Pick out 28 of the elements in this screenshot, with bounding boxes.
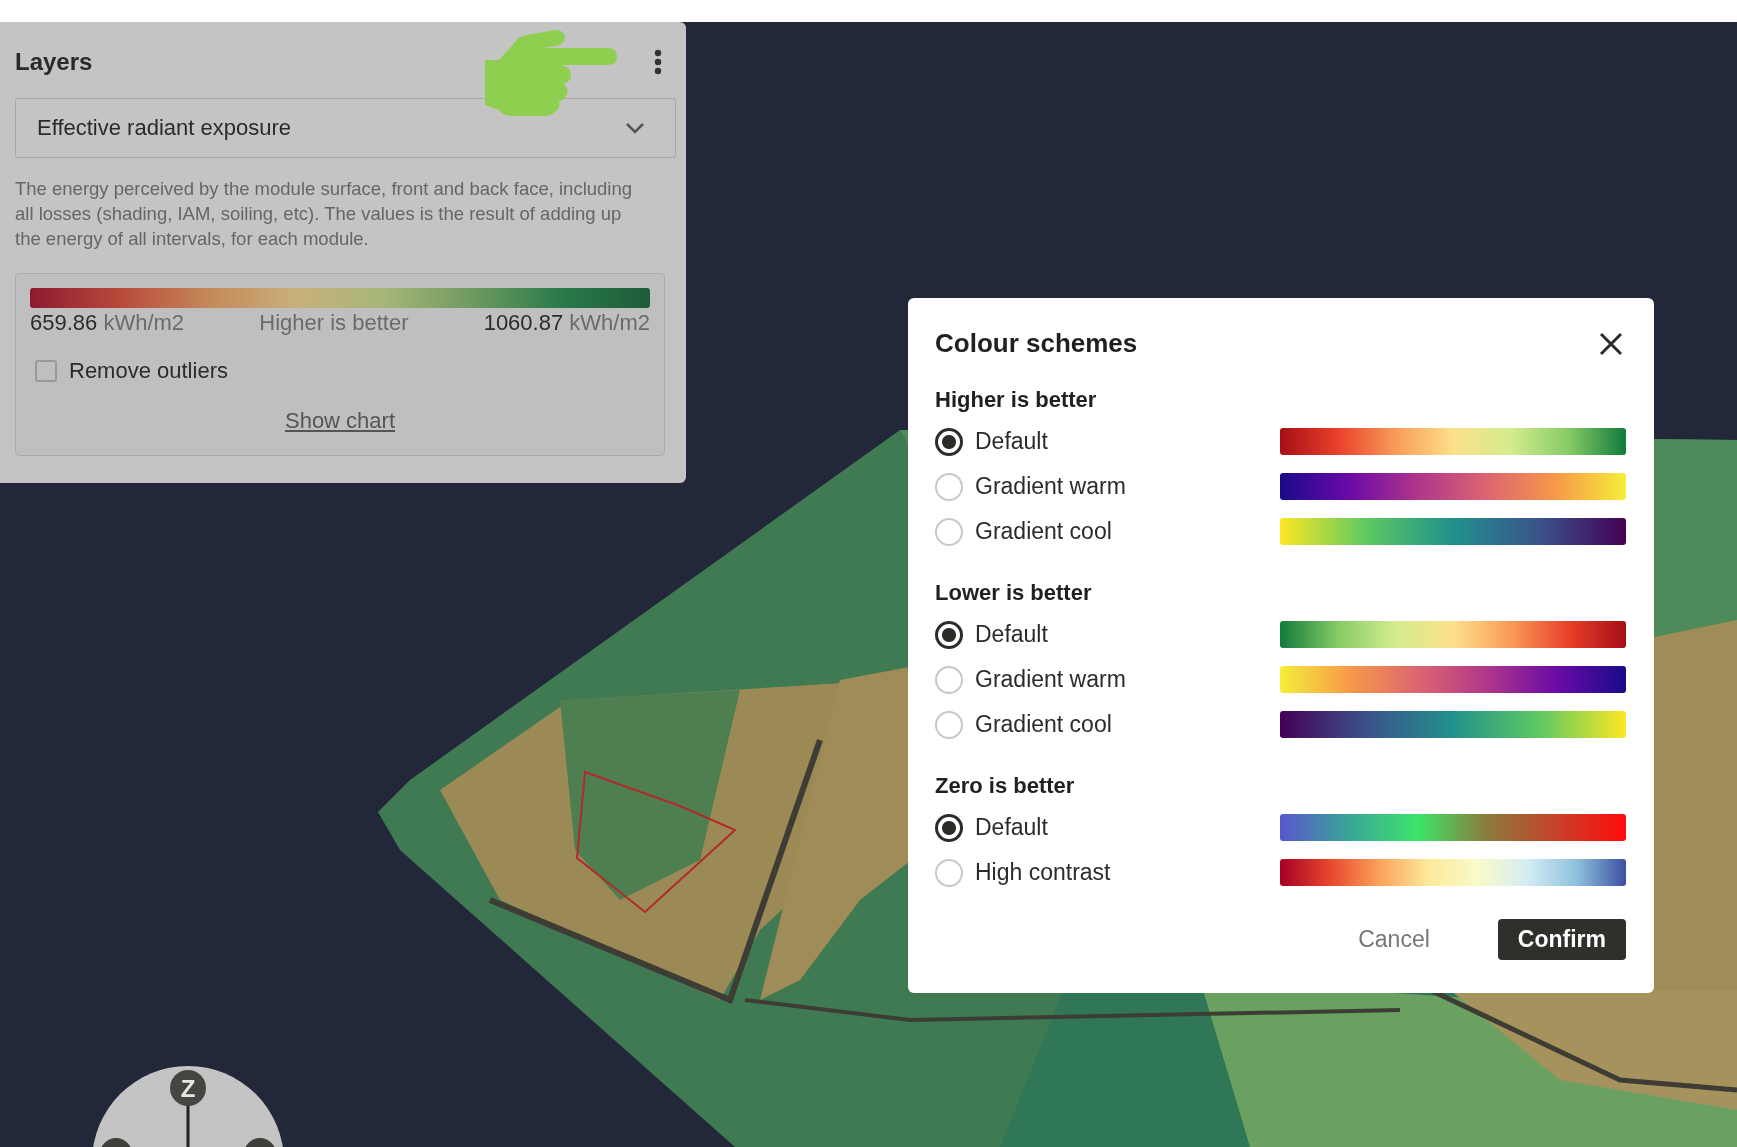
layer-description: The energy perceived by the module surface, front and back face, including all losses (shading, IAM, soiling, etc). The values is the result of adding up the energy of all intervals, for each module.: [15, 177, 634, 251]
panel-title: Layers: [15, 48, 93, 76]
legend-caption: Higher is better: [259, 310, 409, 336]
radio-button[interactable]: [935, 813, 963, 842]
radio-option[interactable]: Default: [935, 427, 1048, 456]
max-value: 1060.87 kWh/m2: [483, 310, 650, 336]
show-chart-link[interactable]: Show chart: [284, 408, 396, 434]
dialog-title: Colour schemes: [935, 328, 1138, 359]
radio-option[interactable]: Default: [935, 620, 1048, 649]
radio-button[interactable]: [935, 427, 963, 456]
radio-option[interactable]: Gradient cool: [935, 517, 1112, 546]
more-options-icon[interactable]: [654, 49, 662, 75]
chevron-down-icon: [625, 122, 645, 134]
radio-button[interactable]: [935, 620, 963, 649]
cancel-button[interactable]: Cancel: [1338, 919, 1450, 960]
group-heading: Zero is better: [935, 773, 1076, 799]
radio-option[interactable]: Gradient warm: [935, 472, 1126, 501]
group-heading: Lower is better: [935, 580, 1093, 606]
radio-option[interactable]: Default: [935, 813, 1048, 842]
min-value: 659.86 kWh/m2: [30, 310, 185, 336]
layer-select[interactable]: Effective radiant exposure: [15, 98, 676, 158]
group-heading: Higher is better: [935, 387, 1098, 413]
radio-option[interactable]: Gradient cool: [935, 710, 1112, 739]
checkbox-label: Remove outliers: [69, 358, 228, 384]
confirm-button[interactable]: Confirm: [1497, 919, 1626, 960]
radio-option[interactable]: High contrast: [935, 858, 1111, 887]
radio-option[interactable]: Gradient warm: [935, 665, 1126, 694]
checkbox[interactable]: [35, 360, 57, 382]
